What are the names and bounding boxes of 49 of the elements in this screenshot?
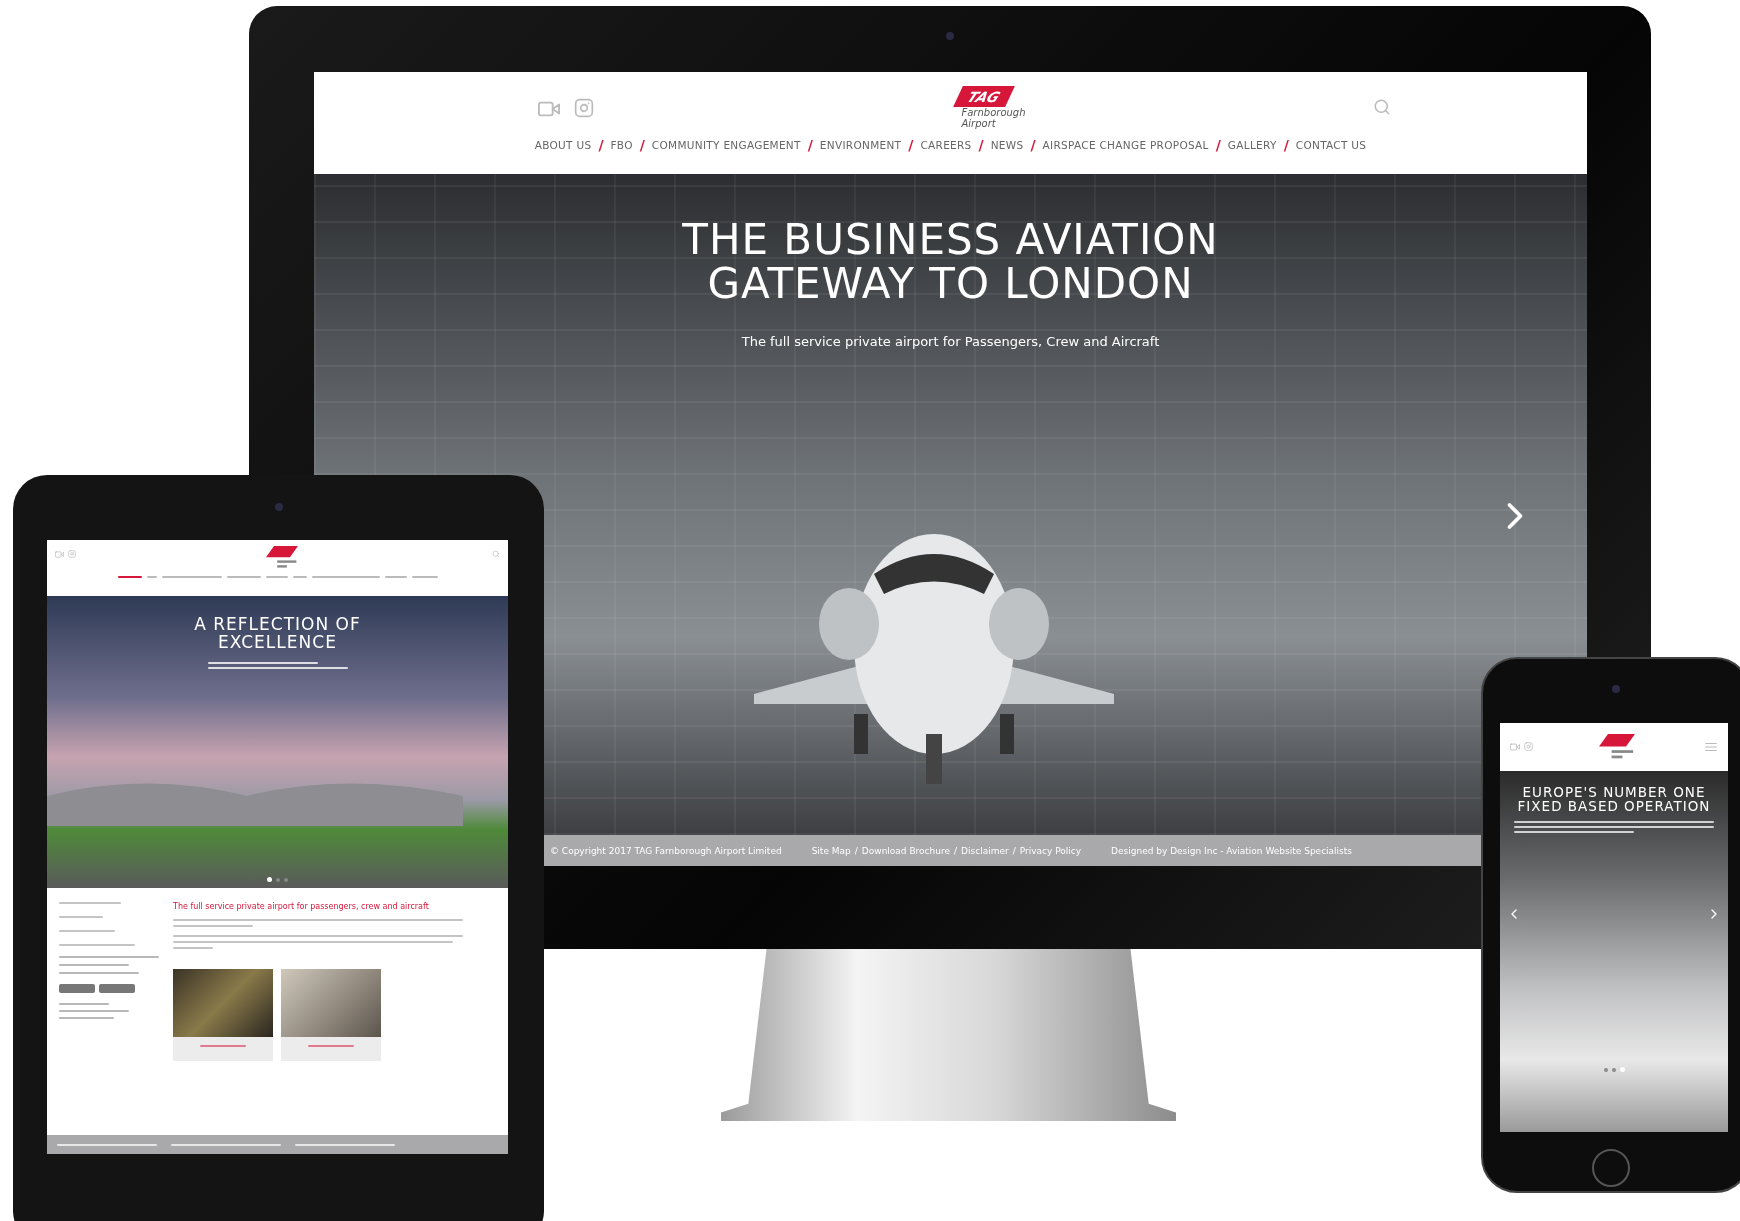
slide-dot[interactable] [276,877,280,882]
search-icon[interactable] [1373,98,1391,116]
service-card[interactable] [173,969,273,1061]
search-icon[interactable] [492,550,500,558]
instagram-icon[interactable] [68,550,76,558]
nav-separator: / [639,137,645,153]
link-separator: / [954,845,958,856]
instagram-icon[interactable] [574,98,594,118]
nav-separator: / [1215,137,1221,153]
copyright-text: © Copyright 2017 TAG Farnborough Airport Limited [550,845,782,856]
camera-icon [946,32,954,40]
nav-link[interactable]: COMMUNITY ENGAGEMENT [651,139,801,151]
nav-link[interactable]: CAREERS [920,139,972,151]
link-separator: / [1012,845,1016,856]
nav-link[interactable]: GALLERY [1227,139,1277,151]
slide-dot[interactable] [284,877,288,882]
service-card[interactable] [281,969,381,1061]
nav-link[interactable]: AIRSPACE CHANGE PROPOSAL [1042,139,1209,151]
logo-badge: TAG [952,86,1015,107]
nav-link[interactable]: CONTACT US [1295,139,1367,151]
nav-separator: / [807,137,813,153]
nav-separator: / [1030,137,1036,153]
hero-title: EUROPE'S NUMBER ONE FIXED BASED OPERATION [1517,785,1711,814]
menu-icon[interactable] [1704,740,1718,754]
camera-icon [274,503,283,511]
nav-link[interactable]: NEWS [990,139,1024,151]
nav-link[interactable]: FBO [610,139,633,151]
nav-link[interactable]: ENVIRONMENT [819,139,902,151]
slide-dot[interactable] [1603,1067,1608,1072]
nav-separator: / [598,137,604,153]
content-heading: The full service private airport for passengers, crew and aircraft [173,902,430,911]
video-icon[interactable] [1510,742,1520,752]
hero-title: A REFLECTION OF EXCELLENCE [194,616,361,652]
hero-title: THE BUSINESS AVIATION GATEWAY TO LONDON [682,218,1219,307]
slide-dot[interactable] [1611,1067,1616,1072]
video-icon[interactable] [55,550,64,559]
nav-link[interactable]: ABOUT US [534,139,592,151]
link-separator: / [854,845,858,856]
slide-dot[interactable] [1619,1067,1625,1072]
credit-text: Designed by Design Inc - Aviation Website Specialists [1111,845,1352,856]
logo-text: Farnborough Airport [961,107,1026,129]
slide-dot[interactable] [267,877,272,882]
nav-separator: / [908,137,914,153]
home-button[interactable] [1592,1149,1630,1187]
instagram-icon[interactable] [1524,742,1533,751]
nav-separator: / [1283,137,1289,153]
hero-subtitle: The full service private airport for Passengers, Crew and Aircraft [741,334,1160,350]
camera-icon [1612,685,1620,693]
nav-separator: / [978,137,984,153]
